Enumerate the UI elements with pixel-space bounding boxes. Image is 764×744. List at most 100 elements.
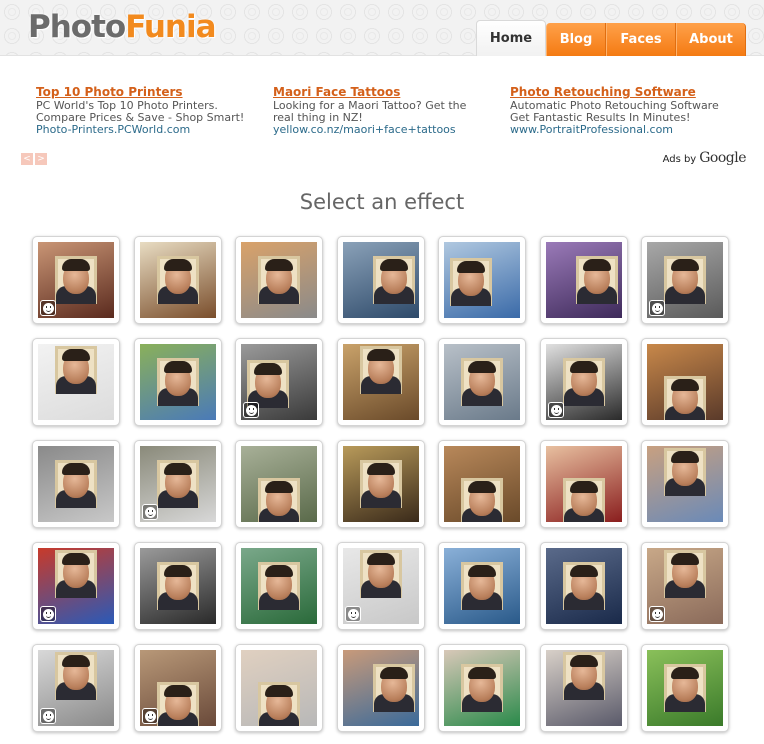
effect-thumbnail-ornate-mirror[interactable] <box>134 542 222 630</box>
effect-image <box>241 242 317 318</box>
effect-thumbnail-skyscraper-billboard[interactable] <box>438 236 526 324</box>
effect-image <box>546 242 622 318</box>
effect-thumbnail-pin-up-picture[interactable] <box>641 338 729 426</box>
effect-image <box>546 548 622 624</box>
smiley-face-icon <box>548 402 564 418</box>
smiley-face-icon <box>142 504 158 520</box>
effect-thumbnail-palace-facade[interactable] <box>337 338 425 426</box>
effect-thumbnail-hands-holding-photos[interactable] <box>438 440 526 528</box>
effect-image <box>241 548 317 624</box>
smiley-face-icon <box>345 606 361 622</box>
effect-thumbnail-city-billboard[interactable] <box>337 236 425 324</box>
ad-url-link[interactable]: www.PortraitProfessional.com <box>510 124 740 136</box>
effect-thumbnail-night-building[interactable] <box>540 542 628 630</box>
effect-thumbnail-pastel-drawing[interactable] <box>134 644 222 732</box>
effect-image <box>38 344 114 420</box>
effect-thumbnail-stone-wall-poster[interactable] <box>235 440 323 528</box>
smiley-face-icon <box>142 708 158 724</box>
effect-thumbnail-building-mural[interactable] <box>438 542 526 630</box>
smiley-face-icon <box>243 402 259 418</box>
effect-image <box>647 446 723 522</box>
effect-thumbnail-hooded-portrait[interactable] <box>235 338 323 426</box>
effect-thumbnail-superhero[interactable] <box>32 542 120 630</box>
effect-thumbnail-vintage-pilot[interactable] <box>32 644 120 732</box>
tab-faces[interactable]: Faces <box>606 23 676 56</box>
site-header: PhotoFunia Home Blog Faces About <box>0 0 764 56</box>
effect-thumbnail-holding-sign[interactable] <box>337 542 425 630</box>
ad-title-link[interactable]: Top 10 Photo Printers <box>36 85 266 100</box>
effect-image <box>444 242 520 318</box>
effect-image <box>444 650 520 726</box>
effect-image <box>38 446 114 522</box>
ad-unit[interactable]: Maori Face Tattoos Looking for a Maori T… <box>273 85 503 136</box>
effect-thumbnail-city-mosaic[interactable] <box>438 338 526 426</box>
effect-thumbnail-old-woman-photo[interactable] <box>134 440 222 528</box>
effect-image <box>343 344 419 420</box>
effect-image <box>38 242 114 318</box>
main-nav: Home Blog Faces About <box>476 20 746 56</box>
ad-url-link[interactable]: Photo-Printers.PCWorld.com <box>36 124 266 136</box>
ad-title-link[interactable]: Maori Face Tattoos <box>273 85 503 100</box>
tab-blog[interactable]: Blog <box>546 23 606 56</box>
effect-thumbnail-bride-portrait[interactable] <box>540 338 628 426</box>
effect-image <box>343 242 419 318</box>
effect-image <box>241 446 317 522</box>
effect-thumbnail-cat-and-screen[interactable] <box>641 440 729 528</box>
ad-title-link[interactable]: Photo Retouching Software <box>510 85 740 100</box>
effect-thumbnail-grass-tshirt[interactable] <box>641 644 729 732</box>
effect-image <box>647 344 723 420</box>
ad-unit[interactable]: Photo Retouching Software Automatic Phot… <box>510 85 740 136</box>
ads-by-google[interactable]: Ads by Google <box>662 150 747 166</box>
effect-thumbnail-model-holding-photo[interactable] <box>235 644 323 732</box>
effect-image <box>140 548 216 624</box>
smiley-face-icon <box>649 606 665 622</box>
smiley-face-icon <box>40 300 56 316</box>
effect-image <box>444 548 520 624</box>
effect-thumbnail-mosaic-frame[interactable] <box>337 440 425 528</box>
photofunia-logo[interactable]: PhotoFunia <box>28 8 217 46</box>
effect-image <box>444 446 520 522</box>
effect-image <box>140 242 216 318</box>
effect-thumbnail-calendar-girl[interactable] <box>540 440 628 528</box>
ad-prev-button[interactable]: < <box>21 153 33 165</box>
smiley-face-icon <box>40 708 56 724</box>
google-logo: Google <box>699 150 746 166</box>
ad-url-link[interactable]: yellow.co.nz/maori+face+tattoos <box>273 124 503 136</box>
effect-image <box>38 548 114 624</box>
smiley-face-icon <box>649 300 665 316</box>
effect-thumbnail-tattoo-chest[interactable] <box>641 542 729 630</box>
effect-thumbnail-green-wall-painting[interactable] <box>235 542 323 630</box>
ad-unit[interactable]: Top 10 Photo Printers PC World's Top 10 … <box>36 85 266 136</box>
effect-image <box>444 344 520 420</box>
ad-next-button[interactable]: > <box>35 153 47 165</box>
effect-image <box>546 650 622 726</box>
effect-thumbnail-street-poster[interactable] <box>540 644 628 732</box>
effect-thumbnail-mall-poster[interactable] <box>235 236 323 324</box>
effect-thumbnail-car-door[interactable] <box>32 440 120 528</box>
effect-image <box>38 650 114 726</box>
effect-thumbnail-old-book-page[interactable] <box>134 236 222 324</box>
effect-image <box>343 650 419 726</box>
ads-by-label: Ads by <box>662 154 697 165</box>
effect-thumbnail-printed-dress[interactable] <box>438 644 526 732</box>
effect-image <box>140 344 216 420</box>
effect-image <box>140 446 216 522</box>
tab-home[interactable]: Home <box>476 20 546 56</box>
effect-image <box>647 650 723 726</box>
effect-image <box>241 650 317 726</box>
effect-thumbnail-pirate-captain[interactable] <box>641 236 729 324</box>
effect-thumbnail-purple-sky-screen[interactable] <box>540 236 628 324</box>
effect-thumbnail-face-painting[interactable] <box>337 644 425 732</box>
effect-image <box>343 548 419 624</box>
effect-thumbnail-park-poster[interactable] <box>134 338 222 426</box>
effect-image <box>546 446 622 522</box>
effect-image <box>647 548 723 624</box>
tab-about[interactable]: About <box>676 23 746 56</box>
effect-thumbnail-pop-art-gallery[interactable] <box>32 338 120 426</box>
page-title: Select an effect <box>299 190 465 214</box>
effect-thumbnail-carnival-dancer[interactable] <box>32 236 120 324</box>
smiley-face-icon <box>40 606 56 622</box>
ad-pager: < > <box>21 153 47 165</box>
effect-image <box>343 446 419 522</box>
effect-image <box>647 242 723 318</box>
